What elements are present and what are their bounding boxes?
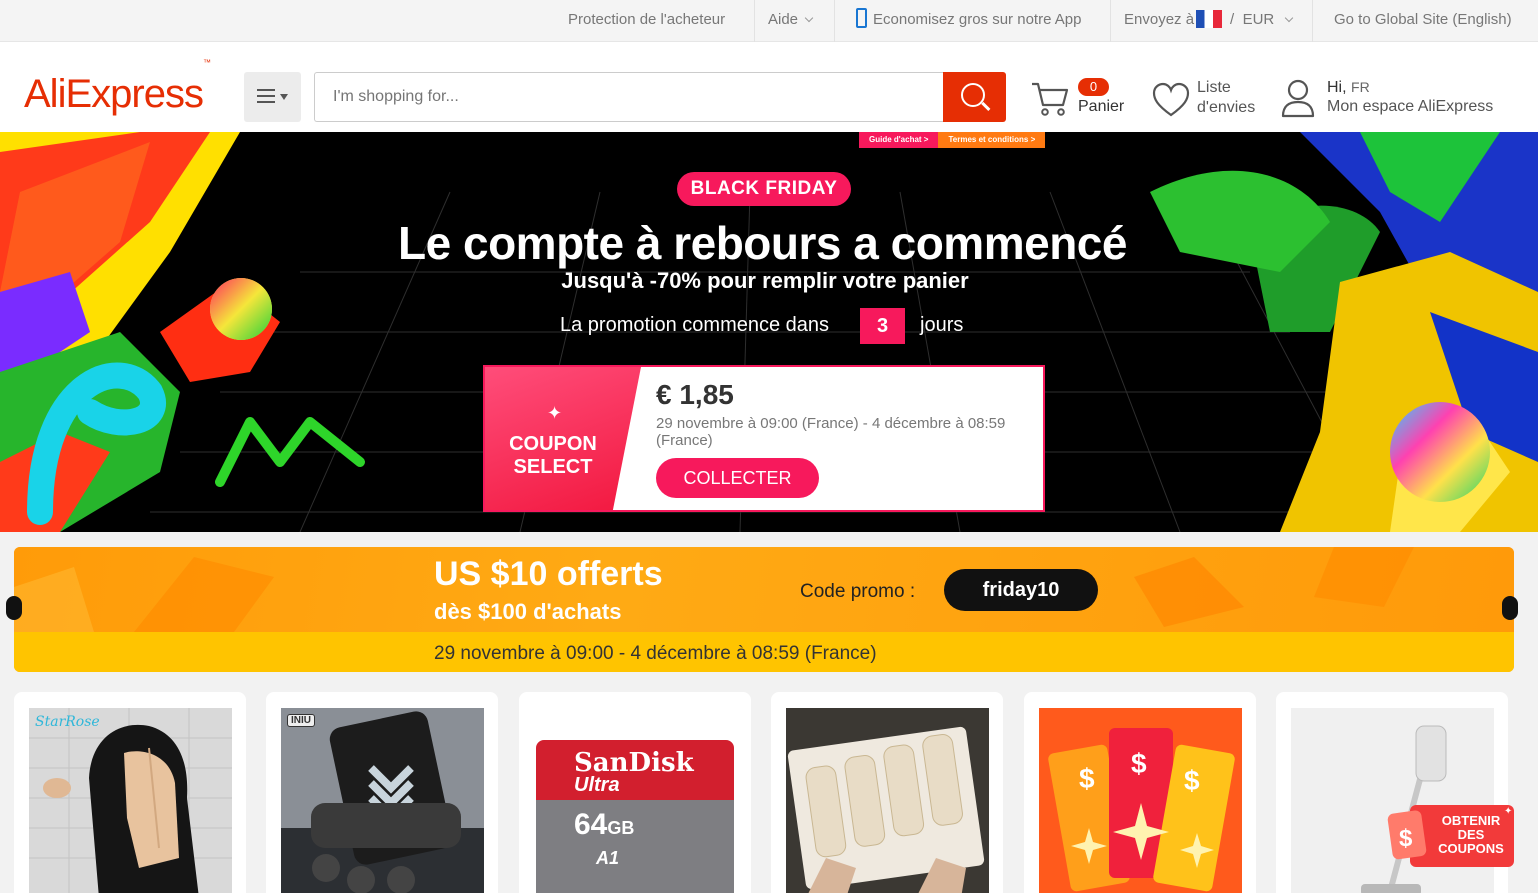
svg-text:$: $	[1079, 763, 1095, 794]
chevron-down-icon	[804, 13, 814, 23]
buyer-protection-link[interactable]: Protection de l'acheteur	[568, 0, 725, 42]
logo-text: AliExpress	[24, 72, 204, 116]
divider	[1312, 0, 1313, 42]
product-image: $ $ $	[1039, 708, 1242, 893]
hair-clips-illustration	[786, 708, 989, 893]
svg-text:$: $	[1131, 748, 1147, 779]
floating-coupon-line1: OBTENIR	[1441, 813, 1501, 828]
black-friday-banner[interactable]: Guide d'achat > Termes et conditions > BL…	[0, 132, 1538, 532]
sd-capacity-number: 64	[574, 808, 608, 841]
divider	[834, 0, 835, 42]
wishlist-link[interactable]: Liste d'envies	[1197, 78, 1267, 118]
search-icon-handle	[981, 101, 991, 111]
chevron-down-icon	[1284, 13, 1294, 23]
product-card-wig[interactable]: StarRose	[14, 692, 246, 893]
dollar-icon: $	[1399, 825, 1413, 852]
heart-icon[interactable]	[1152, 82, 1190, 118]
countdown-days-value: 3	[860, 308, 905, 344]
collect-coupon-button[interactable]: COLLECTER	[656, 458, 819, 498]
product-image: StarRose	[29, 708, 232, 893]
hamburger-icon	[257, 89, 275, 103]
phone-icon	[856, 8, 867, 28]
cart-icon[interactable]	[1030, 78, 1070, 118]
promo-code-label: Code promo :	[800, 581, 916, 602]
sd-card-lower	[536, 800, 734, 893]
promo-background-art	[14, 547, 1414, 632]
search-button[interactable]	[943, 72, 1006, 122]
promo-headline: US $10 offerts	[434, 555, 663, 593]
countdown-days-label: jours	[920, 314, 964, 336]
floating-coupon-line2: DES	[1457, 827, 1485, 842]
product-overlay-text: INIU	[287, 714, 315, 727]
logo-trademark: ™	[202, 57, 211, 67]
countdown-label: La promotion commence dans	[560, 314, 830, 336]
france-flag-icon	[1196, 10, 1223, 28]
caret-down-icon	[280, 94, 288, 100]
coupon-dates: 29 novembre à 09:00 (France) - 4 décembr…	[656, 415, 1006, 449]
account-link[interactable]: Mon espace AliExpress	[1327, 98, 1493, 116]
greeting: Hi, FR	[1327, 77, 1370, 98]
floating-coupon-label: OBTENIR DES COUPONS	[1428, 814, 1514, 856]
phone-holder-illustration	[281, 708, 484, 893]
promo-dates: 29 novembre à 09:00 - 4 décembre à 08:59…	[434, 643, 877, 664]
help-label: Aide	[768, 11, 799, 28]
product-card-phone-holder[interactable]: INIU	[266, 692, 498, 893]
sd-line: Ultra	[574, 774, 620, 796]
greeting-country: FR	[1351, 79, 1370, 95]
promo-left-notch	[6, 596, 22, 620]
cart-label[interactable]: Panier	[1078, 98, 1124, 116]
coupon-tickets-illustration: $ $ $	[1039, 708, 1242, 893]
ship-to-label: Envoyez à	[1124, 11, 1195, 28]
global-site-link[interactable]: Go to Global Site (English)	[1334, 0, 1512, 42]
cart-count-badge: 0	[1078, 78, 1109, 96]
product-image: INIU	[281, 708, 484, 893]
divider	[1110, 0, 1111, 42]
floating-coupon-line3: COUPONS	[1438, 841, 1504, 856]
ship-to-selector[interactable]: Envoyez à / EUR	[1124, 0, 1294, 42]
search-input[interactable]	[314, 72, 944, 122]
app-link[interactable]: Economisez gros sur notre App	[856, 0, 1081, 42]
banner-subtitle: Jusqu'à -70% pour remplir votre panier	[561, 268, 969, 293]
currency-label: EUR	[1242, 11, 1275, 28]
currency-separator: /	[1230, 11, 1235, 28]
help-menu[interactable]: Aide	[768, 0, 814, 42]
banner-links: Guide d'achat > Termes et conditions >	[859, 132, 1046, 148]
product-image: SanDisk Ultra 64GB A1	[534, 708, 737, 893]
aliexpress-logo[interactable]: AliExpress ™	[24, 58, 211, 116]
coupon-card: ✦ COUPON SELECT € 1,85 29 novembre à 09:…	[483, 365, 1045, 512]
divider	[754, 0, 755, 42]
svg-text:$: $	[1184, 765, 1200, 796]
promo-code-strip[interactable]: US $10 offerts dès $100 d'achats Code pr…	[14, 547, 1514, 672]
top-bar: Protection de l'acheteur Aide Economisez…	[0, 0, 1538, 42]
promo-condition: dès $100 d'achats	[434, 599, 622, 624]
sd-capacity: 64GB	[574, 808, 634, 842]
wig-illustration	[29, 708, 232, 893]
sd-spec: A1	[596, 848, 620, 868]
categories-menu-button[interactable]	[244, 72, 301, 122]
coupon-label: COUPON SELECT	[509, 433, 597, 478]
product-card-hair-clips[interactable]	[771, 692, 1003, 893]
black-friday-badge: BLACK FRIDAY	[677, 172, 851, 206]
coupon-amount: € 1,85	[656, 379, 734, 410]
terms-link[interactable]: Termes et conditions >	[938, 132, 1046, 148]
user-icon[interactable]	[1280, 78, 1316, 118]
main-header: AliExpress ™ 0 Panier Liste d'envies Hi, …	[0, 42, 1538, 132]
promo-right-notch	[1502, 596, 1518, 620]
wishlist-line2: d'envies	[1197, 99, 1256, 116]
promo-code-value[interactable]: friday10	[944, 569, 1098, 611]
product-card-coupons[interactable]: $ $ $	[1024, 692, 1256, 893]
get-coupons-floating-button[interactable]: $ ✦ OBTENIR DES COUPONS	[1386, 800, 1514, 870]
sparkle-icon: ✦	[547, 403, 563, 423]
app-label: Economisez gros sur notre App	[873, 11, 1082, 28]
product-overlay-text: StarRose	[35, 714, 100, 730]
banner-title: Le compte à rebours a commencé	[398, 217, 1127, 269]
product-image	[786, 708, 989, 893]
greeting-text: Hi,	[1327, 79, 1347, 96]
sd-capacity-unit: GB	[607, 818, 635, 838]
product-card-sandisk[interactable]: SanDisk Ultra 64GB A1	[519, 692, 751, 893]
guide-link[interactable]: Guide d'achat >	[859, 132, 939, 148]
wishlist-line1: Liste	[1197, 79, 1231, 96]
